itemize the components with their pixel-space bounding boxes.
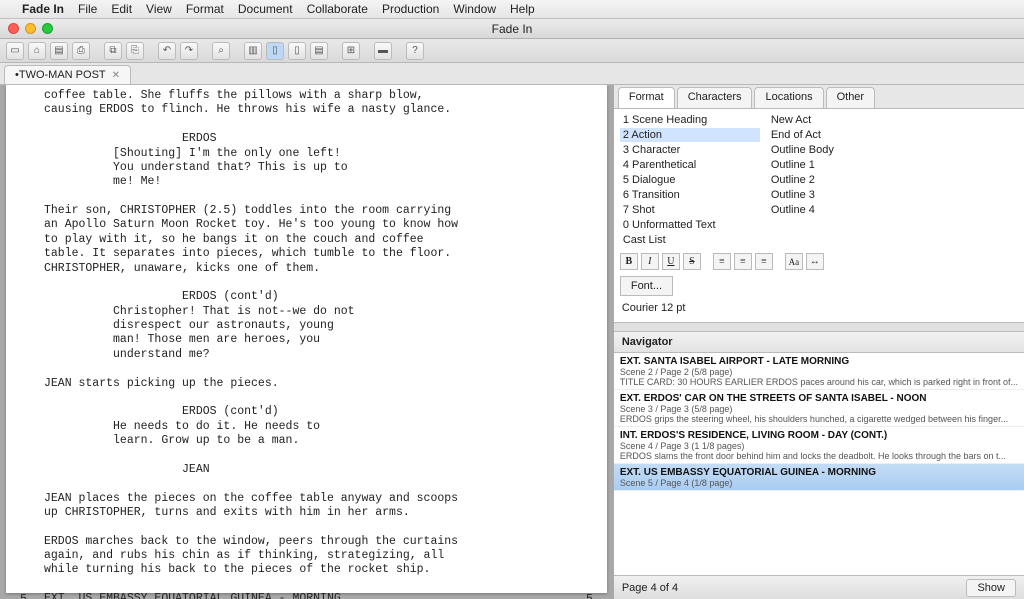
strike-button[interactable]: S [683, 253, 701, 270]
navigator-list[interactable]: EXT. SANTA ISABEL AIRPORT - LATE MORNING… [614, 353, 1024, 575]
format-item[interactable]: 3 Character [620, 143, 760, 157]
case-button[interactable]: Aa [785, 253, 803, 270]
script-page[interactable]: coffee table. She fluffs the pillows wit… [6, 85, 607, 593]
format-item[interactable] [768, 218, 908, 232]
menu-document[interactable]: Document [238, 2, 293, 16]
format-item[interactable]: Outline 3 [768, 188, 908, 202]
nav-scene-meta: Scene 2 / Page 2 (5/8 page) [620, 367, 1018, 377]
document-tab[interactable]: •TWO-MAN POST ✕ [4, 65, 131, 84]
tab-characters[interactable]: Characters [677, 87, 753, 108]
system-menubar: Fade In File Edit View Format Document C… [0, 0, 1024, 19]
navigator-item[interactable]: EXT. ERDOS' CAR ON THE STREETS OF SANTA … [614, 390, 1024, 427]
format-list: 1 Scene Heading New Act 2 Action End of Act… [620, 113, 1018, 247]
italic-button[interactable]: I [641, 253, 659, 270]
side-panel-tabs: Format Characters Locations Other [614, 85, 1024, 109]
scene-number-right: 5 [586, 593, 593, 599]
nav-scene-heading: INT. ERDOS'S RESIDENCE, LIVING ROOM - DA… [620, 430, 1018, 441]
tab-label: •TWO-MAN POST [15, 69, 106, 81]
current-font-label: Courier 12 pt [620, 302, 1018, 314]
format-item[interactable]: Cast List [620, 233, 760, 247]
align-center-button[interactable]: ≡ [734, 253, 752, 270]
toolbar-view1-icon[interactable]: ▥ [244, 42, 262, 60]
page-status: Page 4 of 4 [622, 582, 678, 594]
toolbar-misc-icon[interactable]: ▬ [374, 42, 392, 60]
menu-view[interactable]: View [146, 2, 172, 16]
tab-other[interactable]: Other [826, 87, 876, 108]
menu-collaborate[interactable]: Collaborate [307, 2, 368, 16]
format-item[interactable]: Outline 1 [768, 158, 908, 172]
format-pane: 1 Scene Heading New Act 2 Action End of Act… [614, 109, 1024, 323]
close-icon[interactable]: ✕ [112, 70, 120, 81]
nav-scene-desc: TITLE CARD: 30 HOURS EARLIER ERDOS paces… [620, 377, 1018, 387]
format-item[interactable]: 5 Dialogue [620, 173, 760, 187]
toolbar-open-icon[interactable]: ⌂ [28, 42, 46, 60]
nav-scene-desc: ERDOS slams the front door behind him an… [620, 451, 1018, 461]
align-left-button[interactable]: ≡ [713, 253, 731, 270]
tab-locations[interactable]: Locations [754, 87, 823, 108]
toolbar-redo-icon[interactable]: ↷ [180, 42, 198, 60]
nav-scene-heading: EXT. ERDOS' CAR ON THE STREETS OF SANTA … [620, 393, 1018, 404]
nav-scene-desc: ERDOS grips the steering wheel, his shou… [620, 414, 1018, 424]
format-item[interactable]: 4 Parenthetical [620, 158, 760, 172]
toolbar-new-icon[interactable]: ▭ [6, 42, 24, 60]
format-item[interactable]: Outline 4 [768, 203, 908, 217]
format-item[interactable]: New Act [768, 113, 908, 127]
nav-scene-meta: Scene 3 / Page 3 (5/8 page) [620, 404, 1018, 414]
menu-production[interactable]: Production [382, 2, 439, 16]
toolbar-view2-icon[interactable]: ▯ [266, 42, 284, 60]
window-titlebar: Fade In [0, 19, 1024, 39]
toolbar-copy-icon[interactable]: ⧉ [104, 42, 122, 60]
window-minimize-button[interactable] [25, 23, 36, 34]
scene-number-left: 5 [20, 593, 27, 599]
format-item[interactable]: 6 Transition [620, 188, 760, 202]
align-right-button[interactable]: ≡ [755, 253, 773, 270]
tab-format[interactable]: Format [618, 87, 675, 108]
navigator-item[interactable]: INT. ERDOS'S RESIDENCE, LIVING ROOM - DA… [614, 427, 1024, 464]
toolbar-help-icon[interactable]: ? [406, 42, 424, 60]
toolbar-save-icon[interactable]: ▤ [50, 42, 68, 60]
nav-scene-meta: Scene 5 / Page 4 (1/8 page) [620, 478, 1018, 488]
navigator-header: Navigator [614, 331, 1024, 353]
nav-scene-meta: Scene 4 / Page 3 (1 1/8 pages) [620, 441, 1018, 451]
menu-edit[interactable]: Edit [111, 2, 132, 16]
navigator-item[interactable]: EXT. SANTA ISABEL AIRPORT - LATE MORNING… [614, 353, 1024, 390]
window-zoom-button[interactable] [42, 23, 53, 34]
toolbar-cards-icon[interactable]: ⊞ [342, 42, 360, 60]
format-item[interactable]: Outline 2 [768, 173, 908, 187]
menu-help[interactable]: Help [510, 2, 535, 16]
navigator-item[interactable]: EXT. US EMBASSY EQUATORIAL GUINEA - MORN… [614, 464, 1024, 491]
format-item[interactable]: 7 Shot [620, 203, 760, 217]
menu-file[interactable]: File [78, 2, 97, 16]
toolbar-paste-icon[interactable]: ⎘ [126, 42, 144, 60]
menu-format[interactable]: Format [186, 2, 224, 16]
format-item[interactable]: 1 Scene Heading [620, 113, 760, 127]
window-close-button[interactable] [8, 23, 19, 34]
format-item[interactable] [768, 233, 908, 247]
font-button[interactable]: Font... [620, 276, 673, 296]
toolbar-view4-icon[interactable]: ▤ [310, 42, 328, 60]
nav-scene-heading: EXT. SANTA ISABEL AIRPORT - LATE MORNING [620, 356, 1018, 367]
nav-scene-heading: EXT. US EMBASSY EQUATORIAL GUINEA - MORN… [620, 467, 1018, 478]
show-button[interactable]: Show [966, 579, 1016, 597]
toolbar: ▭ ⌂ ▤ ⎙ ⧉ ⎘ ↶ ↷ ⌕ ▥ ▯ ▯ ▤ ⊞ ▬ ? [0, 39, 1024, 63]
format-item[interactable]: 0 Unformatted Text [620, 218, 760, 232]
document-tabs: •TWO-MAN POST ✕ [0, 63, 1024, 85]
status-bar: Page 4 of 4 Show [614, 575, 1024, 599]
toolbar-undo-icon[interactable]: ↶ [158, 42, 176, 60]
side-panel: Format Characters Locations Other 1 Scen… [613, 85, 1024, 599]
format-item[interactable]: Outline Body [768, 143, 908, 157]
format-item[interactable]: End of Act [768, 128, 908, 142]
bold-button[interactable]: B [620, 253, 638, 270]
window-title: Fade In [0, 22, 1024, 36]
toolbar-view3-icon[interactable]: ▯ [288, 42, 306, 60]
underline-button[interactable]: U [662, 253, 680, 270]
toolbar-find-icon[interactable]: ⌕ [212, 42, 230, 60]
menu-window[interactable]: Window [453, 2, 496, 16]
format-item[interactable]: 2 Action [620, 128, 760, 142]
toolbar-print-icon[interactable]: ⎙ [72, 42, 90, 60]
script-editor[interactable]: coffee table. She fluffs the pillows wit… [0, 85, 613, 599]
menu-app[interactable]: Fade In [22, 2, 64, 16]
spacing-button[interactable]: ↔ [806, 253, 824, 270]
